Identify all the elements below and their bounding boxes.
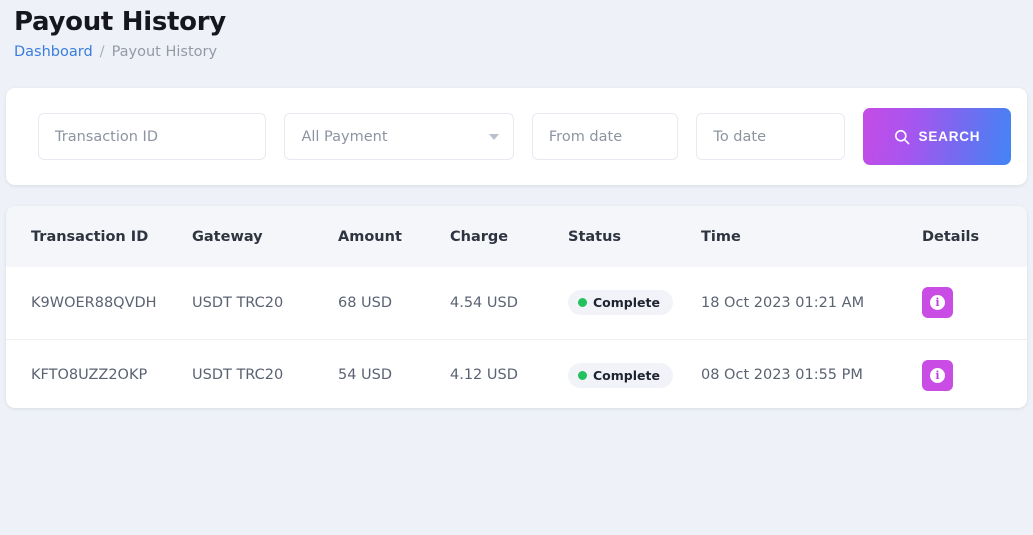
cell-status: Complete — [568, 339, 701, 408]
column-header-transaction-id: Transaction ID — [6, 206, 192, 267]
cell-time: 18 Oct 2023 01:21 AM — [701, 267, 922, 340]
details-button[interactable]: i — [922, 287, 953, 319]
status-badge-label: Complete — [593, 295, 660, 311]
column-header-status: Status — [568, 206, 701, 267]
table-row: K9WOER88QVDH USDT TRC20 68 USD 4.54 USD … — [6, 267, 1027, 340]
cell-charge: 4.12 USD — [450, 367, 518, 384]
status-dot-icon — [578, 370, 587, 380]
transaction-id-field[interactable]: Transaction ID — [38, 113, 267, 160]
breadcrumb-separator: / — [99, 44, 105, 60]
payment-method-select[interactable]: All Payment — [284, 113, 514, 160]
column-header-time: Time — [701, 206, 922, 267]
filter-panel: Transaction ID All Payment From date To … — [6, 88, 1027, 185]
table-head: Transaction ID Gateway Amount Charge Sta… — [6, 206, 1027, 267]
cell-amount: 54 USD — [338, 367, 393, 384]
table-body: K9WOER88QVDH USDT TRC20 68 USD 4.54 USD … — [6, 267, 1027, 408]
status-badge: Complete — [568, 362, 673, 388]
info-icon: i — [930, 367, 945, 383]
search-button-label: SEARCH — [918, 129, 981, 144]
cell-transaction-id: KFTO8UZZ2OKP — [31, 367, 148, 384]
cell-details: i — [922, 267, 1027, 340]
cell-amount: 68 USD — [338, 267, 450, 340]
breadcrumb-current: Payout History — [111, 44, 218, 60]
details-button[interactable]: i — [922, 359, 953, 391]
payout-history-table: Transaction ID Gateway Amount Charge Sta… — [6, 206, 1027, 408]
chevron-down-icon — [488, 133, 499, 140]
breadcrumb-link-dashboard[interactable]: Dashboard — [14, 43, 93, 61]
payout-history-page: Payout History Dashboard / Payout Histor… — [0, 0, 1033, 535]
transaction-id-placeholder: Transaction ID — [55, 128, 159, 145]
cell-transaction-id: K9WOER88QVDH — [6, 267, 192, 340]
status-dot-icon — [578, 298, 587, 308]
cell-details: i — [922, 339, 1027, 408]
from-date-placeholder: From date — [548, 128, 623, 145]
cell-status: Complete — [568, 267, 701, 340]
cell-gateway: USDT TRC20 — [192, 367, 284, 384]
breadcrumb: Dashboard / Payout History — [14, 43, 1033, 61]
cell-charge: 4.54 USD — [450, 267, 568, 340]
cell-gateway: USDT TRC20 — [192, 267, 338, 340]
page-header: Payout History Dashboard / Payout Histor… — [0, 0, 1033, 61]
info-icon: i — [930, 295, 945, 311]
column-header-gateway: Gateway — [192, 206, 338, 267]
status-badge-label: Complete — [593, 367, 660, 383]
to-date-field[interactable]: To date — [696, 113, 845, 160]
column-header-charge: Charge — [450, 206, 568, 267]
from-date-field[interactable]: From date — [531, 113, 679, 160]
cell-time: 08 Oct 2023 01:55 PM — [701, 367, 863, 384]
table-header-row: Transaction ID Gateway Amount Charge Sta… — [6, 206, 1027, 267]
search-icon — [894, 129, 909, 144]
column-header-amount: Amount — [338, 206, 450, 267]
payment-method-value: All Payment — [301, 128, 388, 145]
to-date-placeholder: To date — [713, 128, 766, 145]
status-badge: Complete — [568, 290, 673, 316]
table-row: KFTO8UZZ2OKP USDT TRC20 54 USD 4.12 USD … — [6, 339, 1027, 408]
column-header-details: Details — [922, 206, 1027, 267]
search-button[interactable]: SEARCH — [862, 108, 1011, 165]
page-title: Payout History — [14, 7, 226, 37]
payout-history-table-card: Transaction ID Gateway Amount Charge Sta… — [6, 206, 1027, 408]
